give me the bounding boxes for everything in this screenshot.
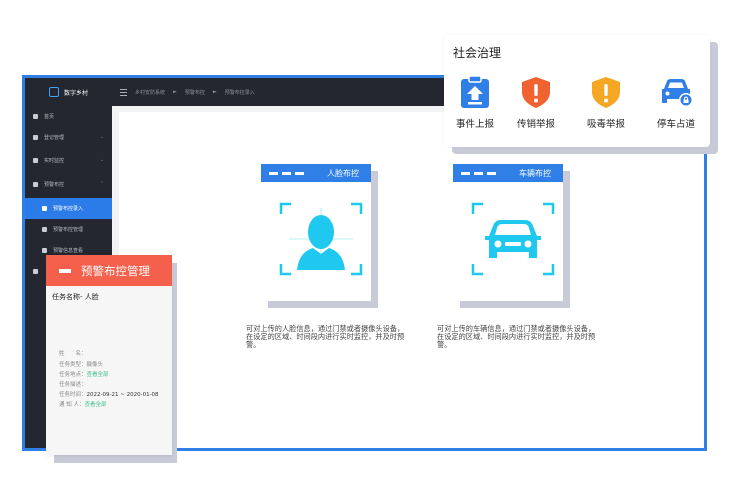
menu-icon[interactable] bbox=[120, 88, 127, 96]
detail-label: 通 知 人： bbox=[59, 402, 85, 408]
breadcrumb-item[interactable]: 乡村安防系统 bbox=[135, 89, 165, 96]
expand-icon bbox=[42, 227, 47, 232]
logo-icon bbox=[48, 87, 59, 97]
card-body: 人脸布控 bbox=[261, 164, 371, 301]
alert-card-title: 预警布控管理 bbox=[81, 263, 150, 278]
alert-card-header: 预警布控管理 bbox=[46, 255, 172, 286]
card-body: 车辆布控 bbox=[453, 164, 563, 301]
view-all-link[interactable]: 查看全部 bbox=[87, 372, 109, 378]
detail-value: 2022-09-21 ~ 2020-01-08 bbox=[86, 392, 159, 398]
sidebar-item-alert-control[interactable]: 预警布控 ⌃ bbox=[25, 174, 112, 195]
copy-icon bbox=[42, 248, 47, 253]
sidebar-item-label: 登记管理 bbox=[44, 135, 65, 141]
event-report-button[interactable]: 事件上报 bbox=[445, 75, 505, 130]
sidebar-item-monitoring[interactable]: 实时监控 ⌄ bbox=[25, 150, 112, 171]
sidebar-item-alert-manage[interactable]: 预警布控管理 bbox=[25, 219, 112, 240]
vehicle-control-description: 可对上传的车辆信息，通过门禁或者摄像头设备，在设定的区域、时间段内进行实时监控，… bbox=[437, 324, 596, 349]
edit-icon bbox=[42, 206, 47, 211]
view-all-link[interactable]: 查看全部 bbox=[85, 402, 107, 408]
face-control-description: 可对上传的人脸信息，通过门禁或者摄像头设备，在设定的区域、时间段内进行实时监控，… bbox=[246, 324, 405, 349]
sidebar-item-label: 预警布控管理 bbox=[53, 227, 84, 233]
sidebar-item-home[interactable]: 首页 bbox=[25, 106, 112, 127]
card-title: 人脸布控 bbox=[327, 169, 359, 178]
face-icon bbox=[279, 202, 363, 276]
card-title: 车辆布控 bbox=[519, 169, 551, 178]
settings-icon bbox=[33, 269, 38, 274]
mlm-report-label: 传销举报 bbox=[516, 119, 555, 130]
dash-decoration bbox=[59, 268, 71, 273]
bell-icon bbox=[33, 182, 38, 187]
detail-label: 任务描述： bbox=[59, 382, 87, 388]
card-header: 车辆布控 bbox=[453, 164, 563, 182]
edit-icon bbox=[33, 135, 38, 140]
breadcrumb-separator: ► bbox=[173, 89, 177, 95]
sidebar-item-alert-entry[interactable]: 预警布控录入 bbox=[25, 198, 112, 219]
breadcrumb-item: 预警布控录入 bbox=[224, 89, 255, 96]
detail-task-description: 任务描述： bbox=[59, 380, 87, 388]
app-name: 数字乡村 bbox=[63, 89, 88, 97]
drug-report-button[interactable]: 吸毒举报 bbox=[576, 75, 636, 130]
shield-warning-icon bbox=[592, 77, 620, 108]
detail-label: 任务类型： bbox=[59, 362, 87, 368]
detail-task-location: 任务地点：查看全部 bbox=[59, 370, 109, 378]
content-card bbox=[119, 112, 704, 448]
detail-task-time: 任务时间：2022-09-21 ~ 2020-01-08 bbox=[59, 390, 159, 398]
sidebar-item-label: 实时监控 bbox=[44, 158, 65, 164]
detail-task-type: 任务类型：摄像头 bbox=[59, 360, 103, 368]
sidebar-item-label: 预警布控 bbox=[44, 182, 65, 188]
alert-management-card: 预警布控管理 任务名称- 人脸 姓 名： 任务类型：摄像头 任务地点：查看全部 … bbox=[46, 255, 172, 455]
illegal-parking-button[interactable]: 停车占道 bbox=[646, 75, 706, 130]
task-name: 任务名称- 人脸 bbox=[52, 293, 99, 301]
detail-name: 姓 名： bbox=[59, 349, 87, 357]
face-control-card[interactable]: 人脸布控 bbox=[261, 164, 378, 308]
home-icon bbox=[33, 114, 38, 119]
car-icon bbox=[471, 202, 555, 276]
chevron-down-icon: ⌄ bbox=[99, 157, 104, 163]
content-area bbox=[112, 106, 704, 448]
dash-decoration bbox=[461, 172, 496, 175]
clipboard-upload-icon bbox=[461, 75, 489, 108]
sidebar-item-label: 预警布控录入 bbox=[53, 206, 84, 212]
sidebar-item-registration[interactable]: 登记管理 ⌄ bbox=[25, 127, 112, 148]
event-report-label: 事件上报 bbox=[455, 119, 494, 130]
breadcrumb-separator: ► bbox=[212, 89, 217, 95]
vehicle-control-card[interactable]: 车辆布控 bbox=[453, 164, 570, 308]
sidebar-item-label: 首页 bbox=[44, 114, 55, 120]
drug-report-label: 吸毒举报 bbox=[586, 119, 625, 130]
mlm-report-button[interactable]: 传销举报 bbox=[506, 75, 566, 130]
card-header: 人脸布控 bbox=[261, 164, 371, 182]
breadcrumb-item[interactable]: 预警布控 bbox=[185, 89, 205, 96]
detail-label: 任务时间： bbox=[59, 392, 87, 398]
detail-label: 姓 名： bbox=[59, 351, 87, 357]
detail-value: 摄像头 bbox=[86, 362, 104, 368]
monitor-icon bbox=[33, 158, 38, 163]
car-lock-icon bbox=[662, 79, 693, 107]
chevron-up-icon: ⌃ bbox=[99, 181, 104, 187]
shield-alert-icon bbox=[522, 77, 550, 108]
chevron-down-icon: ⌄ bbox=[99, 134, 104, 140]
detail-notify-person: 通 知 人：查看全部 bbox=[59, 400, 107, 408]
social-governance-panel: 社会治理 事件上报 传销举报 吸毒举报 停车占道 bbox=[444, 35, 710, 147]
sidebar-header: 数字乡村 bbox=[25, 78, 112, 106]
illegal-parking-label: 停车占道 bbox=[656, 119, 695, 130]
panel-title: 社会治理 bbox=[453, 46, 502, 60]
dash-decoration bbox=[269, 172, 304, 175]
sidebar-item-label: 预警信息查看 bbox=[53, 248, 84, 254]
detail-label: 任务地点： bbox=[59, 372, 87, 378]
